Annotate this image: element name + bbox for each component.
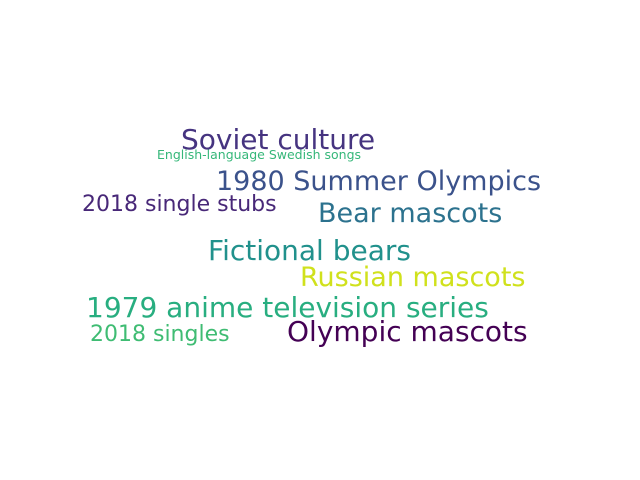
word-english-language-swedish-songs: English-language Swedish songs: [157, 147, 362, 162]
word-olympic-mascots: Olympic mascots: [287, 315, 528, 348]
word-1980-summer-olympics: 1980 Summer Olympics: [216, 166, 542, 197]
word-russian-mascots: Russian mascots: [300, 262, 526, 293]
word-cloud: Soviet culture English-language Swedish …: [0, 0, 640, 480]
word-2018-single-stubs: 2018 single stubs: [82, 192, 277, 217]
word-2018-singles: 2018 singles: [90, 322, 230, 347]
word-fictional-bears: Fictional bears: [208, 234, 411, 267]
word-bear-mascots: Bear mascots: [318, 198, 503, 229]
